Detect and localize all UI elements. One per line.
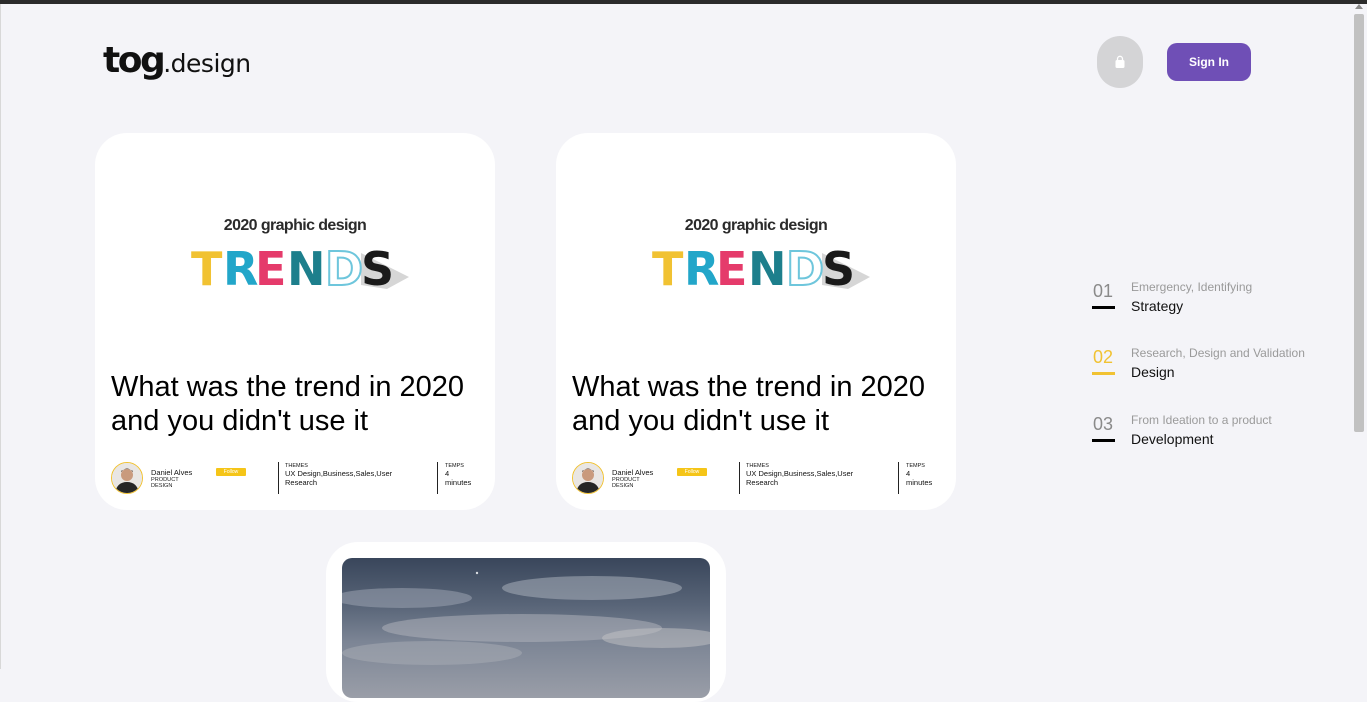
user-avatar-icon bbox=[573, 463, 603, 493]
step-strategy[interactable]: 01 Emergency, Identifying Strategy bbox=[1092, 280, 1332, 324]
sky-photo bbox=[342, 571, 710, 665]
step-indicator bbox=[1092, 306, 1115, 309]
logo-main-text: tog bbox=[103, 40, 166, 81]
author-role: Product Design bbox=[151, 477, 179, 489]
step-subtitle: Emergency, Identifying bbox=[1131, 280, 1253, 294]
article-meta: Daniel Alves Product Design Follow Theme… bbox=[111, 462, 481, 496]
step-title: Development bbox=[1131, 431, 1214, 447]
cart-button[interactable] bbox=[1097, 36, 1143, 88]
user-avatar-icon bbox=[112, 463, 142, 493]
svg-text:D: D bbox=[325, 242, 363, 293]
author-name[interactable]: Daniel Alves bbox=[612, 468, 653, 477]
window-left-border bbox=[0, 4, 1, 669]
logo[interactable]: tog .design bbox=[103, 40, 251, 81]
step-indicator bbox=[1092, 439, 1115, 442]
scroll-up-arrow-icon[interactable] bbox=[1355, 4, 1363, 9]
svg-text:D: D bbox=[786, 242, 824, 293]
trends-graphic: T R E N D S bbox=[191, 241, 409, 293]
svg-text:E: E bbox=[716, 242, 747, 293]
window-top-border bbox=[0, 0, 1367, 4]
meta-divider bbox=[437, 462, 438, 494]
meta-divider bbox=[739, 462, 740, 494]
step-indicator bbox=[1092, 372, 1115, 375]
article-title[interactable]: What was the trend in 2020 and you didn'… bbox=[572, 370, 942, 438]
step-number: 02 bbox=[1093, 347, 1114, 367]
thumbnail-caption: 2020 graphic design bbox=[223, 217, 367, 234]
avatar[interactable] bbox=[111, 462, 143, 494]
meta-divider bbox=[898, 462, 899, 494]
author-role: Product Design bbox=[612, 477, 640, 489]
themes-value: UX Design,Business,Sales,User Research bbox=[746, 469, 854, 487]
meta-divider bbox=[278, 462, 279, 494]
step-design[interactable]: 02 Research, Design and Validation Desig… bbox=[1092, 346, 1332, 390]
thumbnail-caption: 2020 graphic design bbox=[684, 217, 828, 234]
scrollbar-thumb[interactable] bbox=[1354, 14, 1364, 432]
article-title[interactable]: What was the trend in 2020 and you didn'… bbox=[111, 370, 481, 438]
temps-value: 4 minutes bbox=[906, 469, 933, 487]
step-title: Design bbox=[1131, 364, 1175, 380]
svg-text:S: S bbox=[361, 242, 394, 293]
article-meta: Daniel Alves Product Design Follow Theme… bbox=[572, 462, 942, 496]
article-thumbnail: 2020 graphic design T R E N D S bbox=[191, 217, 411, 293]
step-subtitle: From Ideation to a product bbox=[1131, 413, 1272, 427]
article-card[interactable] bbox=[326, 542, 726, 702]
article-image bbox=[342, 558, 710, 698]
svg-text:S: S bbox=[822, 242, 855, 293]
sign-in-button[interactable]: Sign In bbox=[1167, 43, 1251, 81]
follow-button[interactable]: Follow bbox=[216, 468, 246, 476]
step-subtitle: Research, Design and Validation bbox=[1131, 346, 1305, 360]
trends-graphic: T R E N D S bbox=[652, 241, 870, 293]
svg-text:R: R bbox=[684, 242, 719, 293]
temps-value: 4 minutes bbox=[445, 469, 472, 487]
article-thumbnail: 2020 graphic design T R E N D S bbox=[652, 217, 872, 293]
themes-value: UX Design,Business,Sales,User Research bbox=[285, 469, 393, 487]
svg-text:N: N bbox=[748, 242, 787, 293]
step-number: 03 bbox=[1093, 414, 1114, 434]
shopping-bag-icon bbox=[1115, 55, 1125, 68]
svg-text:T: T bbox=[652, 242, 684, 293]
follow-button[interactable]: Follow bbox=[677, 468, 707, 476]
svg-text:E: E bbox=[255, 242, 286, 293]
step-number: 01 bbox=[1093, 281, 1114, 301]
svg-text:N: N bbox=[287, 242, 326, 293]
avatar[interactable] bbox=[572, 462, 604, 494]
step-title: Strategy bbox=[1131, 298, 1184, 314]
svg-text:T: T bbox=[191, 242, 223, 293]
article-card[interactable]: 2020 graphic design T R E N D S What was… bbox=[556, 133, 956, 510]
article-card[interactable]: 2020 graphic design T R E N D S What was… bbox=[95, 133, 495, 510]
svg-text:R: R bbox=[223, 242, 258, 293]
step-development[interactable]: 03 From Ideation to a product Developmen… bbox=[1092, 413, 1332, 457]
logo-sub-text: .design bbox=[163, 49, 251, 78]
author-name[interactable]: Daniel Alves bbox=[151, 468, 192, 477]
